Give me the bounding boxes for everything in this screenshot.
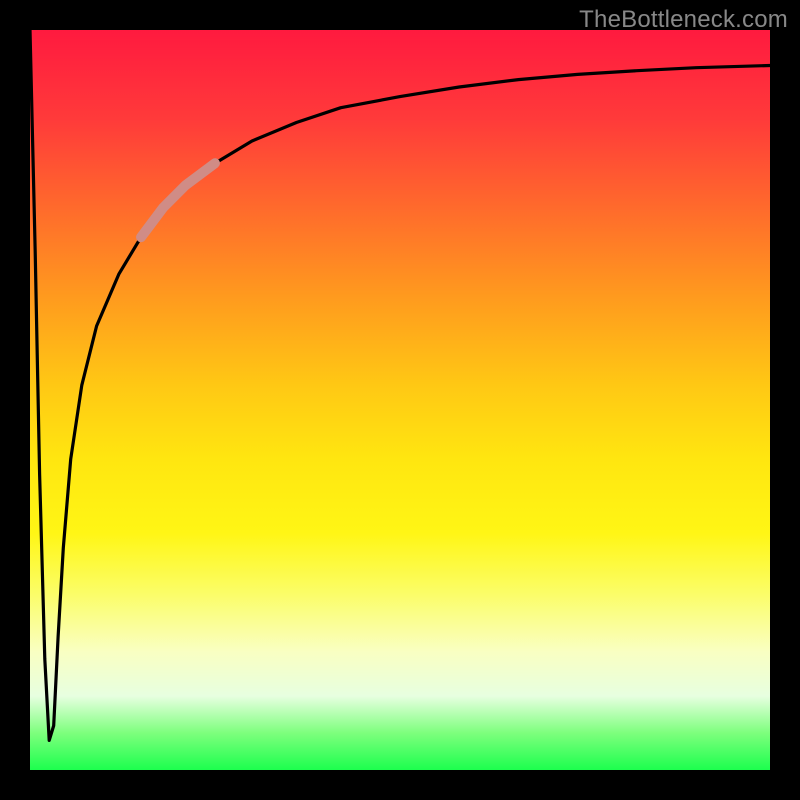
highlight-segment — [141, 163, 215, 237]
bottleneck-curve — [30, 30, 770, 740]
chart-frame: TheBottleneck.com — [0, 0, 800, 800]
curve-layer — [30, 30, 770, 770]
attribution-text: TheBottleneck.com — [579, 6, 788, 34]
plot-area — [30, 30, 770, 770]
